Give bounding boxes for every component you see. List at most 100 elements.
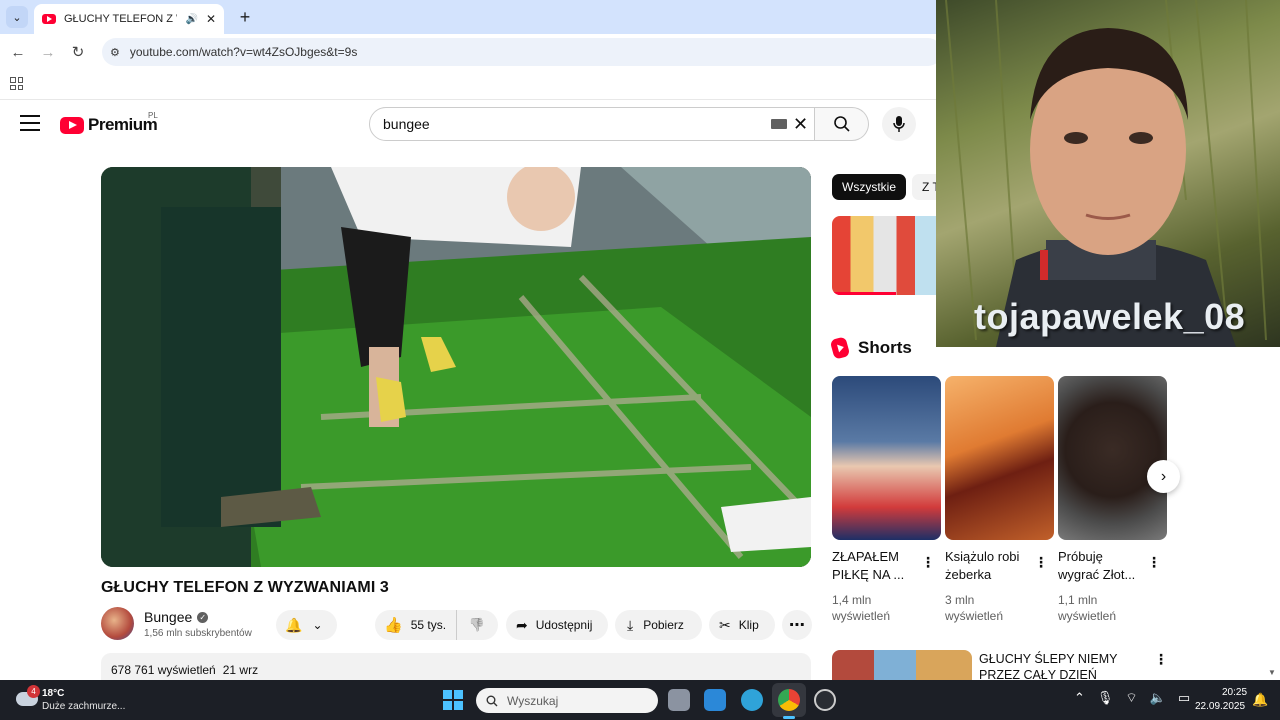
windows-taskbar: 4 18°C Duże zachmurze... Wyszukaj ⌃ 🎙 ⌔ … [0,680,1280,720]
youtube-logo[interactable]: Premium [60,115,158,135]
short-thumbnail[interactable] [832,376,941,540]
video-frame [101,167,811,567]
short-title[interactable]: Książulo robi żeberka [945,548,1033,584]
chip-all[interactable]: Wszystkie [832,174,906,200]
edge-browser-icon[interactable] [741,689,763,711]
keyboard-icon[interactable] [771,119,787,129]
address-bar[interactable]: ⚙ youtube.com/watch?v=wt4ZsOJbges&t=9s [102,38,942,66]
task-view-icon[interactable] [668,689,690,711]
weather-temperature[interactable]: 18°C [42,688,64,699]
shorts-heading: Shorts [829,336,912,360]
short-menu-icon[interactable]: ⋮ [1034,554,1048,571]
short-title[interactable]: Próbuję wygrać Złot... [1058,548,1146,584]
like-button[interactable]: 👍 55 tys. [375,610,457,640]
shorts-logo-icon [829,336,851,360]
weather-description[interactable]: Duże zachmurze... [42,701,125,712]
more-actions-button[interactable]: ⋯ [782,610,812,640]
channel-name-link[interactable]: Bungee ✓ [144,609,209,625]
short-views: 1,4 mln wyświetleń [832,593,891,623]
short-item[interactable]: Książulo robi żeberka 3 mln wyświetleń ⋮ [945,376,1054,624]
webcam-image [945,0,1267,347]
logo-text: Premium [88,115,158,134]
apps-grid-icon[interactable] [10,77,23,90]
reload-icon[interactable]: ↻ [66,40,90,64]
speaker-icon[interactable]: 🔊 [185,14,197,25]
recommended-video-title[interactable]: GŁUCHY ŚLEPY NIEMY PRZEZ CAŁY DZIEŃ [979,651,1139,683]
streamer-name-overlay: tojapawelek_08 [974,296,1246,337]
share-button[interactable]: ➦ Udostępnij [506,610,608,640]
recommended-video-thumbnail[interactable] [832,650,972,680]
wifi-icon[interactable]: ⌔ [1125,690,1137,706]
notification-bell-icon[interactable]: 🔔 [1252,692,1268,708]
hamburger-menu-icon[interactable] [20,115,40,131]
obs-studio-icon[interactable] [814,689,836,711]
clip-button[interactable]: ✂ Klip [709,610,775,640]
youtube-favicon-icon [42,14,56,24]
tab-close-icon[interactable]: ✕ [206,12,216,26]
new-tab-button[interactable]: + [234,6,256,28]
share-label: Udostępnij [535,618,593,632]
chrome-icon[interactable] [778,689,800,711]
download-button[interactable]: ⤓ Pobierz [615,610,702,640]
taskbar-search[interactable]: Wyszukaj [476,688,658,713]
tab-search-menu-button[interactable]: ⌄ [6,6,28,28]
short-item[interactable]: ZŁAPAŁEM PIŁKĘ NA ... 1,4 mln wyświetleń… [832,376,941,624]
microphone-icon[interactable]: 🎙 [1097,690,1114,706]
recommended-video-thumbnail[interactable] [832,216,936,295]
search-icon [486,695,498,706]
chevron-down-icon: ⌄ [312,618,323,632]
verified-check-icon: ✓ [197,611,209,623]
short-views: 1,1 mln wyświetleń [1058,593,1117,623]
scissors-icon: ✂ [719,616,731,633]
bell-icon: 🔔 [285,616,303,633]
shorts-next-button[interactable]: › [1147,460,1180,493]
clock-time[interactable]: 20:25 [1222,687,1247,698]
thumbs-down-icon: 👎 [468,617,486,632]
short-menu-icon[interactable]: ⋮ [1147,554,1161,571]
search-icon [833,116,850,132]
short-thumbnail[interactable] [945,376,1054,540]
channel-avatar[interactable] [101,607,134,640]
short-menu-icon[interactable]: ⋮ [921,554,935,571]
like-count: 55 tys. [410,618,447,632]
shorts-heading-text: Shorts [858,338,912,357]
microsoft-store-icon[interactable] [704,689,726,711]
windows-start-icon[interactable] [443,690,463,710]
short-item[interactable]: Próbuję wygrać Złot... 1,1 mln wyświetle… [1058,376,1167,624]
battery-icon[interactable]: ▭ [1178,690,1190,706]
recommended-video-menu-icon[interactable]: ⋮ [1154,651,1168,668]
search-input-value: bungee [383,116,430,132]
webcam-overlay [936,0,1280,347]
back-arrow-icon[interactable]: ← [6,40,30,64]
short-title[interactable]: ZŁAPAŁEM PIŁKĘ NA ... [832,548,920,584]
search-input[interactable]: bungee [369,107,815,141]
show-hidden-icons-icon[interactable]: ⌃ [1074,690,1085,706]
channel-name: Bungee [144,609,193,625]
volume-icon[interactable]: 🔈 [1150,690,1166,706]
taskbar-search-label: Wyszukaj [507,693,559,708]
active-app-indicator [783,716,795,719]
subscriber-count: 1,56 mln subskrybentów [144,628,252,639]
logo-region: PL [148,111,158,120]
site-info-icon[interactable]: ⚙ [110,46,120,59]
short-thumbnail[interactable] [1058,376,1167,540]
download-label: Pobierz [643,618,684,632]
share-arrow-icon: ➦ [516,616,528,633]
voice-search-button[interactable] [882,107,916,141]
forward-arrow-icon[interactable]: → [36,40,60,64]
dislike-button[interactable]: 👎 [457,610,497,640]
video-title: GŁUCHY TELEFON Z WYZWANIAMI 3 [101,579,389,596]
notifications-bell-button[interactable]: 🔔 ⌄ [276,610,337,640]
search-button[interactable] [815,107,869,141]
watch-progress-bar [832,292,896,295]
browser-tab-active[interactable]: GŁUCHY TELEFON Z WYZWANIAMI 3 🔊 ✕ [34,4,224,34]
clock-date[interactable]: 22.09.2025 [1195,701,1245,712]
tab-title: GŁUCHY TELEFON Z WYZWANIAMI 3 [64,13,177,25]
clear-search-icon[interactable]: ✕ [793,115,808,133]
system-tray: ⌃ 🎙 ⌔ 🔈 ▭ [1074,690,1190,706]
url-text: youtube.com/watch?v=wt4ZsOJbges&t=9s [129,45,358,59]
download-icon: ⤓ [627,616,634,633]
video-player[interactable] [101,167,811,567]
more-dots-icon: ⋯ [789,617,805,634]
scroll-down-arrow-icon[interactable]: ▼ [1268,668,1276,677]
